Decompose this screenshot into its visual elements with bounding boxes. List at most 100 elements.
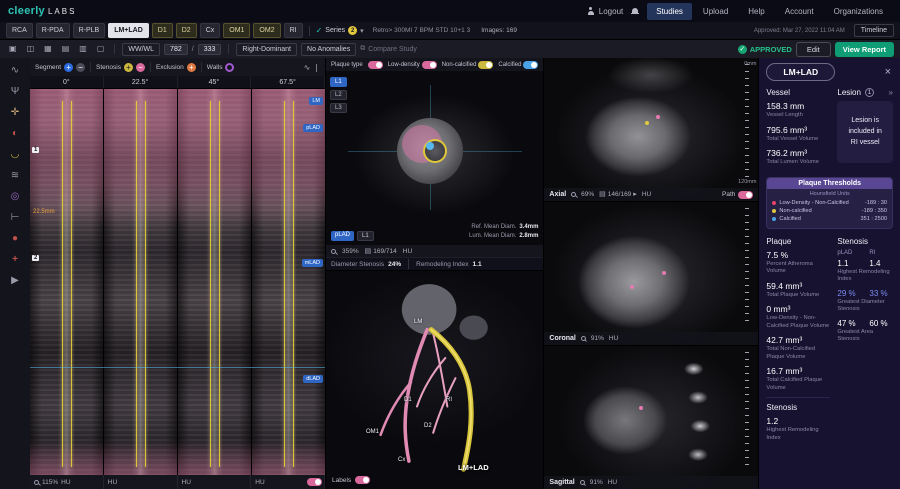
segment-remove-button[interactable] [76, 63, 85, 72]
lesion-tab-l2[interactable]: L2 [330, 90, 347, 100]
path-toggle-control[interactable]: Path [722, 191, 753, 199]
curve-tool-icon[interactable]: ∿ [11, 66, 19, 76]
add-lesion-tool-icon[interactable]: + [12, 255, 18, 265]
curved-mpr-icon[interactable]: ∿ [304, 63, 311, 72]
selected-vessel-label: LM+LAD [458, 463, 489, 472]
non-calcified-toggle[interactable] [478, 61, 493, 69]
vessel-tab-rplb[interactable]: R-PLB [73, 23, 106, 38]
menu-item-upload[interactable]: Upload [694, 3, 737, 20]
stenosis-marker-1[interactable]: 1 [32, 147, 39, 153]
mpr-viewport-45[interactable] [178, 89, 251, 475]
layout-full-icon[interactable]: ▢ [94, 44, 108, 54]
segment-chip-plad[interactable]: pLAD [303, 124, 323, 132]
vessel-tab-om1[interactable]: OM1 [223, 23, 250, 38]
vessel-tab-ri[interactable]: RI [284, 23, 303, 38]
segment-add-button[interactable] [64, 63, 73, 72]
layout-columns-icon[interactable]: ▥ [76, 44, 90, 54]
close-icon[interactable]: × [883, 67, 893, 78]
layers-tool-icon[interactable]: ≋ [11, 171, 19, 181]
plaque-type-toggle[interactable] [368, 61, 383, 69]
axial-viewport[interactable] [544, 58, 758, 201]
lesion-tab-l3[interactable]: L3 [330, 103, 347, 113]
vessel-tab-rpda[interactable]: R-PDA [36, 23, 70, 38]
layout-grid-icon[interactable]: ▦ [41, 44, 55, 54]
segment-chip-mlad[interactable]: mLAD [302, 259, 323, 267]
axial-view-panel: 0mm 120mm Axial 69% ▤ 146/169 ▸ HU Path [544, 58, 758, 201]
vessel-tab-cx[interactable]: Cx [200, 23, 221, 38]
angle-22: 22.5° [104, 76, 178, 88]
calcified-dot-icon [772, 217, 776, 221]
segment-chip-lm[interactable]: LM [309, 97, 323, 105]
lesion-chip[interactable]: L1 [357, 231, 374, 241]
branch-tool-icon[interactable]: Ψ [11, 87, 19, 97]
straightened-mpr-icon[interactable]: ❘ [313, 63, 320, 72]
segment-chip-dlad[interactable]: dLAD [303, 375, 323, 383]
lesion-tab-l1[interactable]: L1 [330, 77, 347, 87]
sagittal-status-bar: Sagittal 91% HU [544, 476, 758, 489]
arc-tool-icon[interactable]: ◡ [11, 150, 20, 160]
labels-toggle[interactable] [355, 476, 370, 484]
exclusion-add-button[interactable] [187, 63, 196, 72]
timeline-button[interactable]: Timeline [854, 24, 894, 37]
segment-tool-icon[interactable]: ◐ [12, 129, 18, 139]
labels-toggle-control[interactable]: Labels [332, 476, 370, 484]
view-report-button[interactable]: View Report [835, 42, 894, 57]
path-toggle[interactable] [738, 191, 753, 199]
layout-single-icon[interactable]: ▣ [6, 44, 20, 54]
zoom-icon [580, 480, 585, 485]
mpr-overlay-toggle[interactable] [307, 478, 322, 486]
current-segment-chips: pLAD L1 [331, 231, 374, 241]
stat-label: Percent Atheroma Volume [766, 261, 830, 276]
legend-non-calcified[interactable]: Non-calcified [442, 61, 494, 69]
anomalies-button[interactable]: No Anomalies [301, 43, 356, 56]
logout-button[interactable]: Logout [587, 7, 623, 16]
menu-item-studies[interactable]: Studies [647, 3, 692, 20]
legend-calcified[interactable]: Calcified [498, 61, 538, 69]
calcified-toggle[interactable] [523, 61, 538, 69]
marker-tool-icon[interactable]: ● [12, 234, 18, 244]
vessel-tab-rca[interactable]: RCA [6, 23, 33, 38]
vessel-tree-3d-panel[interactable]: LM D1 D2 RI OM1 Cx LM+LAD Labels [326, 271, 543, 489]
low-density-toggle[interactable] [422, 61, 437, 69]
stenosis-marker-2[interactable]: 2 [32, 255, 39, 261]
coronal-viewport[interactable] [544, 202, 758, 345]
vessel-tab-d1[interactable]: D1 [152, 23, 173, 38]
sagittal-viewport[interactable] [544, 346, 758, 489]
series-selector[interactable]: ✓ Series 2 ▾ [316, 26, 364, 35]
step-forward-icon[interactable]: ▸ [633, 191, 637, 198]
crosshair-tool-icon[interactable]: ✛ [11, 108, 19, 118]
stenosis-remove-button[interactable] [136, 63, 145, 72]
segment-chip[interactable]: pLAD [331, 231, 354, 241]
lumen-contour-line [71, 101, 72, 468]
menu-item-organizations[interactable]: Organizations [825, 3, 892, 20]
pointer-tool-icon[interactable]: ▶ [11, 276, 19, 286]
window-level-field[interactable]: 333 [198, 44, 222, 55]
notifications-bell-icon[interactable] [631, 7, 639, 16]
lesion-next-icon[interactable]: » [889, 88, 893, 97]
mpr-viewport-0[interactable] [30, 89, 103, 475]
window-width-field[interactable]: 782 [164, 44, 188, 55]
mpr-viewport-22[interactable] [104, 89, 177, 475]
dominance-button[interactable]: Right-Dominant [236, 43, 297, 56]
compare-study-button[interactable]: ⧉ Compare Study [360, 45, 417, 53]
vessel-tab-d2[interactable]: D2 [176, 23, 197, 38]
sagittal-zoom-value: 91% [590, 479, 603, 486]
legend-low-density[interactable]: Low-density [388, 61, 437, 69]
layout-split-icon[interactable]: ◫ [24, 44, 38, 54]
stenosis-add-button[interactable] [124, 63, 133, 72]
vessel-section-heading: Vessel [766, 88, 830, 97]
window-level-button[interactable]: WW/WL [122, 43, 160, 56]
layout-rows-icon[interactable]: ▤ [59, 44, 73, 54]
ruler-tool-icon[interactable]: ⊢ [11, 213, 20, 223]
menu-item-help[interactable]: Help [739, 3, 773, 20]
walls-toggle[interactable] [225, 63, 234, 72]
menu-item-account[interactable]: Account [776, 3, 823, 20]
cross-section-viewport[interactable]: L1 L2 L3 pLAD L1 Ref. Mean Diam.3.4mm Lu… [326, 71, 543, 245]
edit-button[interactable]: Edit [796, 42, 831, 57]
hu-label: HU [61, 479, 70, 486]
vessel-tab-om2[interactable]: OM2 [253, 23, 280, 38]
vessel-tab-lmlad[interactable]: LM+LAD [108, 23, 149, 38]
stat-label: Total Lumen Volume [766, 159, 830, 167]
mpr-viewport-67[interactable] [252, 89, 325, 475]
ring-tool-icon[interactable]: ◎ [11, 192, 20, 202]
